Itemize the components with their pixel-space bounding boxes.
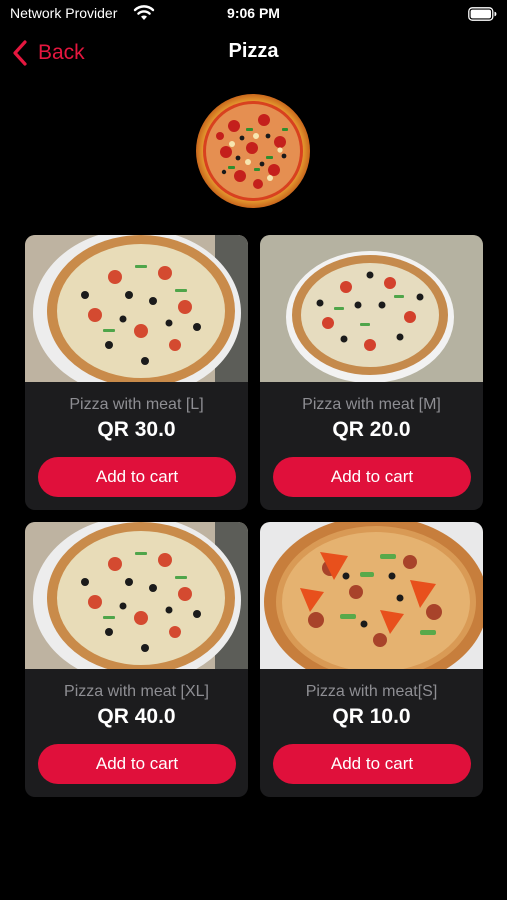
page-title: Pizza bbox=[228, 40, 279, 62]
pizza-category-icon bbox=[196, 94, 310, 208]
product-name: Pizza with meat [L] bbox=[69, 396, 204, 413]
product-name: Pizza with meat [XL] bbox=[64, 683, 209, 700]
product-name: Pizza with meat [M] bbox=[302, 396, 441, 413]
product-image bbox=[25, 235, 248, 382]
product-price: QR 30.0 bbox=[97, 418, 176, 441]
product-name: Pizza with meat[S] bbox=[305, 683, 438, 700]
product-card[interactable]: Pizza with meat [M] QR 20.0 Add to cart bbox=[260, 235, 483, 510]
clock-time: 9:06 PM bbox=[227, 5, 280, 21]
product-price: QR 10.0 bbox=[332, 705, 411, 728]
battery-icon bbox=[468, 7, 497, 21]
product-card[interactable]: Pizza with meat [L] QR 30.0 Add to cart bbox=[25, 235, 248, 510]
add-to-cart-button[interactable]: Add to cart bbox=[38, 744, 236, 784]
product-image bbox=[260, 235, 483, 382]
product-grid: Pizza with meat [L] QR 30.0 Add to cart bbox=[25, 235, 483, 797]
add-to-cart-button[interactable]: Add to cart bbox=[273, 457, 471, 497]
pizza-category-screen: Network Provider 9:06 PM Back Pizza Pizz… bbox=[0, 0, 507, 900]
product-image bbox=[25, 522, 248, 669]
product-price: QR 40.0 bbox=[97, 705, 176, 728]
product-card[interactable]: Pizza with meat [XL] QR 40.0 Add to cart bbox=[25, 522, 248, 797]
product-image bbox=[260, 522, 483, 669]
add-to-cart-button[interactable]: Add to cart bbox=[273, 744, 471, 784]
product-card[interactable]: Pizza with meat[S] QR 10.0 Add to cart bbox=[260, 522, 483, 797]
navigation-bar: Back Pizza bbox=[0, 32, 507, 74]
status-bar: Network Provider 9:06 PM bbox=[0, 0, 507, 28]
product-price: QR 20.0 bbox=[332, 418, 411, 441]
add-to-cart-button[interactable]: Add to cart bbox=[38, 457, 236, 497]
